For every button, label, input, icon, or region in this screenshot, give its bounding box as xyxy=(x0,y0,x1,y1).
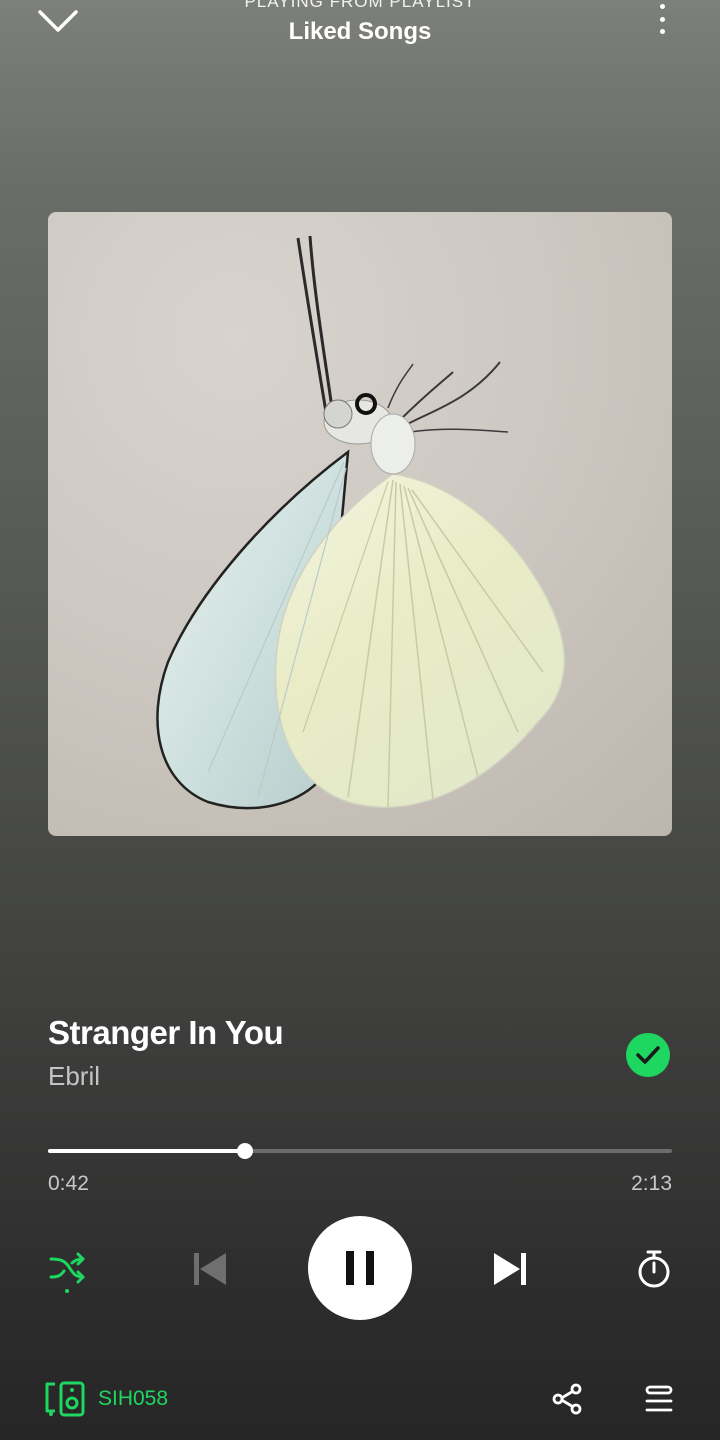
elapsed-time: 0:42 xyxy=(48,1172,89,1195)
sleep-timer-icon xyxy=(638,1250,670,1288)
pause-icon xyxy=(346,1251,374,1285)
connect-device-button[interactable]: SIH058 xyxy=(44,1380,168,1418)
next-button[interactable] xyxy=(486,1245,534,1293)
liked-button[interactable] xyxy=(626,1033,670,1077)
more-dot-icon xyxy=(659,4,665,9)
progress-handle[interactable] xyxy=(237,1143,254,1159)
track-title[interactable]: Stranger In You xyxy=(48,1014,284,1052)
sleep-timer-button[interactable] xyxy=(632,1245,676,1293)
device-name: SIH058 xyxy=(98,1387,169,1410)
checkmark-icon xyxy=(636,1046,660,1064)
more-dot-icon xyxy=(659,29,665,34)
progress-bar[interactable] xyxy=(48,1143,672,1159)
album-art xyxy=(48,212,672,836)
progress-fill xyxy=(48,1149,246,1153)
shuffle-icon xyxy=(49,1252,85,1293)
connect-device-icon xyxy=(45,1381,85,1417)
previous-button[interactable] xyxy=(186,1245,234,1293)
previous-icon xyxy=(194,1253,226,1285)
shuffle-button[interactable] xyxy=(42,1246,92,1296)
share-button[interactable] xyxy=(548,1380,586,1418)
share-icon xyxy=(552,1383,582,1415)
more-dot-icon xyxy=(659,16,665,22)
player-header: PLAYING FROM PLAYLIST Liked Songs xyxy=(0,0,720,70)
next-icon xyxy=(494,1253,526,1285)
queue-icon xyxy=(645,1385,673,1412)
more-options-button[interactable] xyxy=(648,2,676,36)
track-artist[interactable]: Ebril xyxy=(48,1061,100,1092)
queue-button[interactable] xyxy=(640,1380,678,1418)
total-time: 2:13 xyxy=(631,1172,672,1195)
playlist-name[interactable]: Liked Songs xyxy=(0,18,720,46)
playing-from-label: PLAYING FROM PLAYLIST xyxy=(244,0,476,11)
pause-button[interactable] xyxy=(308,1216,412,1320)
butterfly-artwork xyxy=(156,235,566,810)
